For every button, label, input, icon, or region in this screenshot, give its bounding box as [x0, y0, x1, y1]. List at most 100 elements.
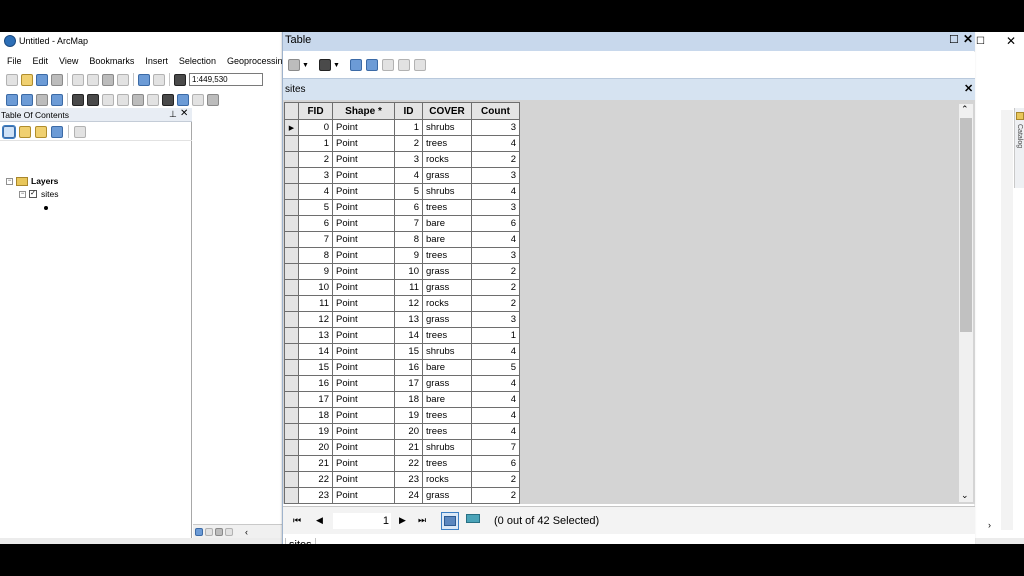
- count-cell[interactable]: 4: [471, 135, 520, 152]
- scroll-left-icon[interactable]: ‹: [245, 527, 248, 537]
- row-selector-cell[interactable]: [284, 407, 299, 424]
- cover-cell[interactable]: rocks: [422, 151, 472, 168]
- id-cell[interactable]: 6: [394, 199, 423, 216]
- select-by-attributes-icon[interactable]: [349, 59, 362, 71]
- count-cell[interactable]: 4: [471, 231, 520, 248]
- measure-icon[interactable]: [192, 93, 204, 106]
- scroll-up-icon[interactable]: ⌃: [961, 104, 969, 115]
- id-cell[interactable]: 15: [394, 343, 423, 360]
- layer-visibility-checkbox[interactable]: ✓: [29, 190, 37, 198]
- row-selector-cell[interactable]: [284, 439, 299, 456]
- id-cell[interactable]: 10: [394, 263, 423, 280]
- related-tables-dropdown-icon[interactable]: ▼: [333, 62, 340, 69]
- table-row[interactable]: 16 Point 17 grass 4: [284, 375, 520, 392]
- shape-cell[interactable]: Point: [332, 487, 395, 504]
- count-cell[interactable]: 2: [471, 263, 520, 280]
- layout-view-icon[interactable]: [205, 527, 213, 536]
- zoom-to-selected-icon[interactable]: [397, 59, 410, 71]
- cover-cell[interactable]: trees: [422, 327, 472, 344]
- id-cell[interactable]: 18: [394, 391, 423, 408]
- table-row[interactable]: 19 Point 20 trees 4: [284, 423, 520, 440]
- id-cell[interactable]: 7: [394, 215, 423, 232]
- column-header-count[interactable]: Count: [471, 102, 520, 120]
- fid-cell[interactable]: 17: [298, 391, 333, 408]
- row-selector-cell[interactable]: [284, 215, 299, 232]
- table-row[interactable]: 9 Point 10 grass 2: [284, 263, 520, 280]
- table-row[interactable]: 22 Point 23 rocks 2: [284, 471, 520, 488]
- table-row[interactable]: 10 Point 11 grass 2: [284, 279, 520, 296]
- shape-cell[interactable]: Point: [332, 151, 395, 168]
- table-row[interactable]: 1 Point 2 trees 4: [284, 135, 520, 152]
- pan-hand-icon[interactable]: [36, 93, 48, 106]
- find-icon[interactable]: [207, 93, 219, 106]
- row-selector-cell[interactable]: [284, 151, 299, 168]
- copy-icon[interactable]: [87, 73, 99, 86]
- cover-cell[interactable]: shrubs: [422, 119, 472, 136]
- list-by-drawing-order-icon[interactable]: [2, 124, 16, 139]
- scroll-down-icon[interactable]: ⌄: [961, 490, 969, 501]
- fid-cell[interactable]: 19: [298, 423, 333, 440]
- toc-close-button[interactable]: ✕: [180, 108, 188, 119]
- table-row[interactable]: 12 Point 13 grass 3: [284, 311, 520, 328]
- id-cell[interactable]: 16: [394, 359, 423, 376]
- shape-cell[interactable]: Point: [332, 471, 395, 488]
- paste-icon[interactable]: [102, 73, 114, 86]
- count-cell[interactable]: 4: [471, 391, 520, 408]
- select-features-icon[interactable]: [132, 93, 144, 106]
- map-display[interactable]: [193, 108, 283, 524]
- count-cell[interactable]: 3: [471, 167, 520, 184]
- table-row[interactable]: 23 Point 24 grass 2: [284, 487, 520, 504]
- back-extent-icon[interactable]: [102, 93, 114, 106]
- count-cell[interactable]: 4: [471, 183, 520, 200]
- row-selector-cell[interactable]: [284, 311, 299, 328]
- switch-selection-icon[interactable]: [365, 59, 378, 71]
- map-vertical-scrollbar[interactable]: [1001, 110, 1013, 530]
- shape-cell[interactable]: Point: [332, 391, 395, 408]
- row-selector-cell[interactable]: [284, 167, 299, 184]
- add-data-icon[interactable]: [174, 73, 186, 86]
- cover-cell[interactable]: trees: [422, 135, 472, 152]
- fixed-zoom-out-icon[interactable]: [87, 93, 99, 106]
- toc-pin-icon[interactable]: ⊥: [169, 109, 177, 120]
- cover-cell[interactable]: shrubs: [422, 183, 472, 200]
- shape-cell[interactable]: Point: [332, 263, 395, 280]
- table-row[interactable]: 7 Point 8 bare 4: [284, 231, 520, 248]
- shape-cell[interactable]: Point: [332, 247, 395, 264]
- id-cell[interactable]: 21: [394, 439, 423, 456]
- menu-view[interactable]: View: [52, 54, 82, 70]
- id-cell[interactable]: 11: [394, 279, 423, 296]
- count-cell[interactable]: 4: [471, 375, 520, 392]
- print-icon[interactable]: [51, 73, 63, 86]
- catalog-dock-tab[interactable]: Catalog: [1014, 108, 1024, 188]
- scroll-right-icon[interactable]: ›: [988, 520, 991, 530]
- undo-icon[interactable]: [138, 73, 150, 86]
- id-cell[interactable]: 23: [394, 471, 423, 488]
- row-selector-cell[interactable]: [284, 471, 299, 488]
- first-record-icon[interactable]: ⏮: [293, 515, 301, 526]
- fid-cell[interactable]: 1: [298, 135, 333, 152]
- column-header-shape[interactable]: Shape *: [332, 102, 395, 120]
- id-cell[interactable]: 13: [394, 311, 423, 328]
- fid-cell[interactable]: 9: [298, 263, 333, 280]
- table-close-button[interactable]: ✕: [963, 32, 973, 46]
- identify-icon[interactable]: [177, 93, 189, 106]
- show-selected-records-button[interactable]: [465, 512, 481, 526]
- cover-cell[interactable]: rocks: [422, 471, 472, 488]
- app-close-button[interactable]: ✕: [1006, 34, 1016, 48]
- table-row[interactable]: 20 Point 21 shrubs 7: [284, 439, 520, 456]
- id-cell[interactable]: 20: [394, 423, 423, 440]
- count-cell[interactable]: 3: [471, 311, 520, 328]
- new-document-icon[interactable]: [6, 73, 18, 86]
- fid-cell[interactable]: 12: [298, 311, 333, 328]
- zoom-in-icon[interactable]: [6, 93, 18, 106]
- count-cell[interactable]: 6: [471, 215, 520, 232]
- cover-cell[interactable]: bare: [422, 215, 472, 232]
- column-header-id[interactable]: ID: [394, 102, 423, 120]
- table-row[interactable]: 13 Point 14 trees 1: [284, 327, 520, 344]
- table-row[interactable]: 5 Point 6 trees 3: [284, 199, 520, 216]
- row-selector-cell[interactable]: [284, 343, 299, 360]
- shape-cell[interactable]: Point: [332, 343, 395, 360]
- menu-insert[interactable]: Insert: [138, 54, 172, 70]
- shape-cell[interactable]: Point: [332, 215, 395, 232]
- cover-cell[interactable]: trees: [422, 455, 472, 472]
